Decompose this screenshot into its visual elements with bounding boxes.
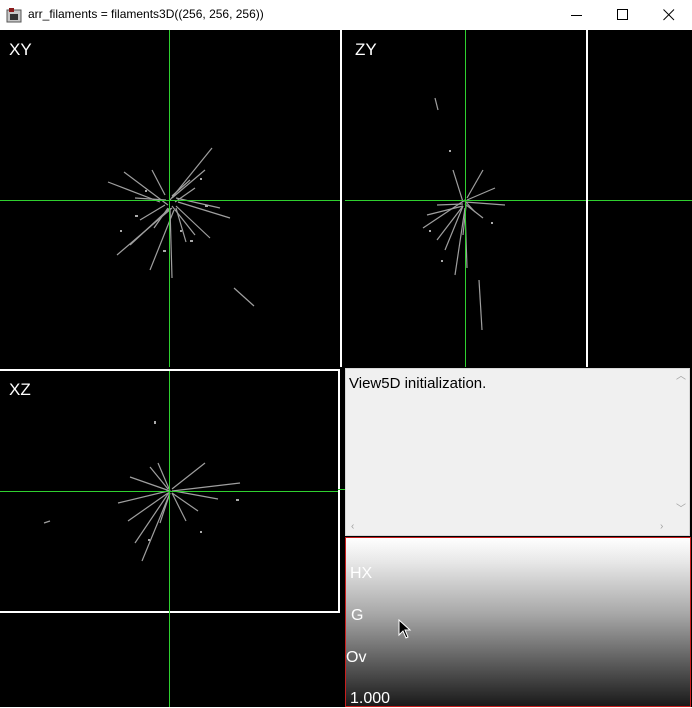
xz-overflow-strip — [169, 611, 170, 707]
scroll-down-icon[interactable]: ﹀ — [676, 505, 686, 515]
ov-label: Ov — [346, 649, 367, 666]
minimize-icon — [571, 15, 582, 16]
close-button[interactable] — [646, 0, 692, 30]
vertical-scrollbar[interactable]: ︿ ﹀ — [673, 369, 689, 519]
xy-image[interactable] — [0, 30, 340, 367]
colormap-value: 1.000 — [350, 690, 391, 707]
scroll-up-icon[interactable]: ︿ — [676, 372, 686, 382]
zy-view-label: ZY — [355, 40, 377, 59]
scroll-right-icon[interactable]: › — [660, 522, 663, 532]
zy-image[interactable] — [345, 30, 586, 367]
zy-overflow-strip — [588, 200, 692, 201]
close-icon — [663, 9, 675, 21]
scroll-left-icon[interactable]: ‹ — [351, 522, 354, 532]
xz-view-panel[interactable]: XZ — [0, 369, 340, 613]
zy-view-panel[interactable]: ZY — [345, 30, 588, 367]
xz-view-label: XZ — [9, 380, 31, 399]
colormap-panel[interactable]: HX G Ov 1.000 — [345, 537, 691, 707]
minimize-button[interactable] — [554, 0, 600, 30]
title-bar[interactable]: arr_filaments = filaments3D((256, 256, 2… — [0, 0, 692, 30]
view5d-content: XY ZY XZ View5D initialization. ︿ ﹀ ‹ › … — [0, 30, 692, 707]
xy-view-panel[interactable]: XY — [0, 30, 342, 367]
mouse-pointer-icon — [398, 619, 412, 639]
horizontal-scrollbar[interactable]: ‹ › — [346, 519, 673, 535]
g-label: G — [351, 607, 364, 624]
xz-image[interactable] — [0, 371, 338, 611]
xy-view-label: XY — [9, 40, 32, 59]
imagej-icon — [6, 8, 22, 23]
maximize-icon — [617, 9, 628, 20]
hx-label: HX — [350, 565, 373, 582]
maximize-button[interactable] — [600, 0, 646, 30]
message-text: View5D initialization. — [349, 375, 487, 392]
window-title: arr_filaments = filaments3D((256, 256, 2… — [28, 7, 264, 21]
message-textarea[interactable]: View5D initialization. ︿ ﹀ ‹ › — [345, 368, 690, 536]
